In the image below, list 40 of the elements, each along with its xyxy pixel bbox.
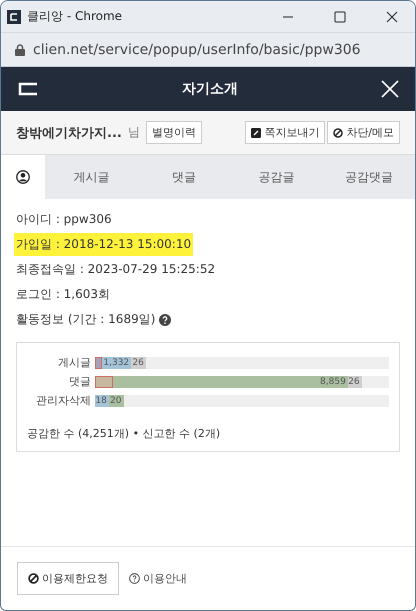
block-icon	[28, 573, 39, 584]
bar-segment: 8,859	[112, 376, 348, 388]
tab[interactable]: 댓글	[138, 155, 230, 199]
info-text: 최종접속일 : 2023-07-29 15:25:52	[16, 261, 216, 278]
bar-segment: 26	[348, 376, 362, 388]
usage-guide-link[interactable]: 이용안내	[123, 570, 193, 587]
profile-tab[interactable]	[1, 155, 45, 199]
site-logo-icon	[7, 10, 21, 24]
lock-icon	[15, 44, 25, 56]
user-icon	[16, 170, 30, 184]
block-icon	[333, 128, 344, 138]
help-icon[interactable]	[159, 314, 172, 326]
info-text: 활동정보 (기간 : 1689일)	[16, 311, 156, 328]
window-title: 클리앙 - Chrome	[27, 8, 124, 25]
bar-segment: 20	[108, 394, 124, 406]
popup-title: 자기소개	[181, 80, 239, 98]
bar-segment: 18	[95, 394, 109, 406]
bar-segment: 26	[131, 356, 146, 368]
bar-label: 게시글	[57, 355, 91, 370]
nickname-history-button[interactable]: 별명이력	[146, 121, 202, 144]
tab[interactable]: 공감댓글	[322, 155, 415, 199]
nickname: 창밖에기차가지...	[16, 124, 122, 142]
info-text: 아이디 : ppw306	[16, 211, 112, 228]
help-icon	[129, 573, 140, 584]
send-message-button[interactable]: 쪽지보내기	[245, 121, 326, 144]
bar-label: 댓글	[68, 374, 91, 389]
info-text: 로그인 : 1,603회	[16, 286, 110, 303]
block-memo-button[interactable]: 차단/메모	[327, 121, 400, 144]
info-text: 가입일 : 2018-12-13 15:00:10	[14, 233, 194, 256]
bar-segment: 1,332	[102, 356, 132, 368]
site-logo-icon[interactable]	[17, 82, 39, 96]
maximize-icon[interactable]	[334, 10, 346, 22]
close-icon[interactable]	[386, 10, 398, 22]
tab[interactable]: 게시글	[45, 155, 138, 199]
honorific: 님	[128, 124, 140, 141]
reaction-summary: 공감한 수 (4,251개) • 신고한 수 (2개)	[27, 426, 222, 441]
bar-label: 관리자삭제	[35, 393, 91, 408]
pencil-icon	[251, 128, 262, 138]
restriction-request-button[interactable]: 이용제한요청	[17, 562, 119, 595]
tab[interactable]: 공감글	[230, 155, 322, 199]
